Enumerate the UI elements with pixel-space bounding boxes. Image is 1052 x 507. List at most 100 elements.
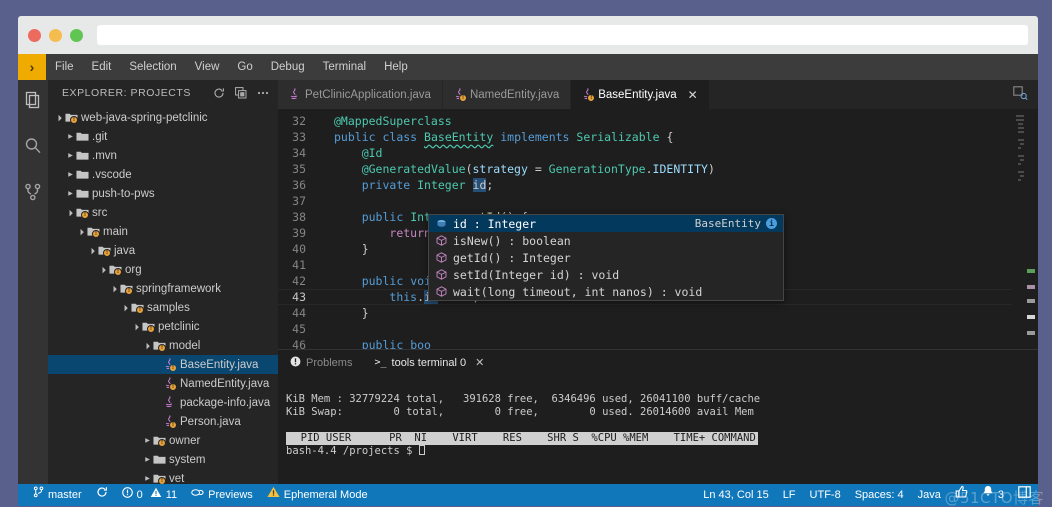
tree-folder-row[interactable]: !org [48,260,278,279]
explorer-icon[interactable] [21,88,45,112]
menu-item-edit[interactable]: Edit [83,54,121,80]
tree-twisty-icon[interactable] [131,323,142,330]
tree-file-row[interactable]: !BaseEntity.java [48,355,278,374]
tree-twisty-icon[interactable] [87,247,98,254]
source-control-icon[interactable] [21,180,45,204]
status-language-mode[interactable]: Java [911,484,948,506]
panel-tab-terminal-label: tools terminal 0 [392,357,467,369]
code-line[interactable]: 33public class BaseEntity implements Ser… [278,129,1012,145]
tree-twisty-icon[interactable] [65,171,76,178]
status-previews[interactable]: Previews [184,484,260,506]
code-line[interactable]: 46 public boo [278,337,1012,349]
editor-tab[interactable]: !NamedEntity.java [443,80,571,109]
tree-twisty-icon[interactable] [142,437,153,444]
code-line[interactable]: 37 [278,193,1012,209]
tree-folder-row[interactable]: !src [48,203,278,222]
code-line[interactable]: 32@MappedSuperclass [278,113,1012,129]
close-terminal-icon[interactable]: ✕ [475,356,484,369]
java-file-icon: ! [582,88,593,101]
tree-twisty-icon[interactable] [65,133,76,140]
status-cursor-position[interactable]: Ln 43, Col 15 [696,484,775,506]
tree-folder-row[interactable]: !springframework [48,279,278,298]
tree-folder-row[interactable]: system [48,450,278,469]
tree-twisty-icon[interactable] [120,304,131,311]
tree-folder-row[interactable]: !samples [48,298,278,317]
tree-folder-row[interactable]: .mvn [48,146,278,165]
status-eol[interactable]: LF [776,484,803,506]
close-tab-icon[interactable]: ✕ [688,88,698,102]
tree-twisty-icon[interactable] [142,342,153,349]
editor-tab[interactable]: !BaseEntity.java✕ [571,80,709,109]
code-line[interactable]: 45 [278,321,1012,337]
tree-folder-row[interactable]: !petclinic [48,317,278,336]
status-layout[interactable] [1011,484,1038,506]
panel-tab-terminal[interactable]: >_ tools terminal 0 ✕ [374,356,484,369]
tree-twisty-icon[interactable] [98,266,109,273]
search-icon[interactable] [21,134,45,158]
status-encoding[interactable]: UTF-8 [803,484,848,506]
collapse-all-icon[interactable] [234,86,248,100]
code-line[interactable]: 35 @GeneratedValue(strategy = Generation… [278,161,1012,177]
code-line[interactable]: 44 } [278,305,1012,321]
status-sync[interactable] [89,484,115,506]
tree-twisty-icon[interactable] [142,456,153,463]
tree-folder-row[interactable]: !main [48,222,278,241]
tree-file-row[interactable]: package-info.java [48,393,278,412]
more-actions-icon[interactable] [256,86,270,100]
close-window-button[interactable] [28,29,41,42]
tree-twisty-icon[interactable] [76,228,87,235]
address-bar-input[interactable] [97,25,1028,45]
suggestion-widget[interactable]: id : IntegerBaseEntityiisNew() : boolean… [428,214,784,301]
refresh-icon[interactable] [212,86,226,100]
suggestion-item[interactable]: setId(Integer id) : void [429,266,783,283]
code-line[interactable]: 34 @Id [278,145,1012,161]
suggestion-item[interactable]: isNew() : boolean [429,232,783,249]
menu-item-terminal[interactable]: Terminal [314,54,375,80]
editor-scrollbar[interactable] [1024,109,1038,349]
suggestion-info-icon[interactable]: i [766,218,777,229]
tree-folder-row[interactable]: .git [48,127,278,146]
split-editor-icon[interactable] [1013,86,1028,103]
file-tree[interactable]: !web-java-spring-petclinic.git.mvn.vscod… [48,106,278,484]
tree-folder-row[interactable]: !owner [48,431,278,450]
status-feedback[interactable] [948,484,975,506]
status-previews-label: Previews [208,484,253,506]
tree-folder-row[interactable]: !web-java-spring-petclinic [48,108,278,127]
status-indentation[interactable]: Spaces: 4 [848,484,911,506]
tree-folder-row[interactable]: push-to-pws [48,184,278,203]
status-ephemeral-mode[interactable]: Ephemeral Mode [260,484,375,506]
tree-twisty-icon[interactable] [65,190,76,197]
menu-item-help[interactable]: Help [375,54,417,80]
tree-twisty-icon[interactable] [54,114,65,121]
suggestion-item[interactable]: getId() : Integer [429,249,783,266]
status-problems[interactable]: 0 11 [115,484,185,506]
menu-item-go[interactable]: Go [228,54,261,80]
tree-folder-row[interactable]: !java [48,241,278,260]
suggestion-item[interactable]: wait(long timeout, int nanos) : void [429,283,783,300]
tree-folder-row[interactable]: .vscode [48,165,278,184]
maximize-window-button[interactable] [70,29,83,42]
tree-twisty-icon[interactable] [109,285,120,292]
menu-item-debug[interactable]: Debug [262,54,314,80]
terminal-output[interactable]: KiB Mem : 32779224 total, 391628 free, 6… [278,375,1038,484]
minimize-window-button[interactable] [49,29,62,42]
tree-item-label: model [168,340,200,352]
tree-item-label: Person.java [179,416,241,428]
suggestion-item[interactable]: id : IntegerBaseEntityi [429,215,783,232]
editor-tab[interactable]: PetClinicApplication.java [278,80,443,109]
panel-tab-problems[interactable]: Problems [290,356,352,370]
tree-folder-row[interactable]: !model [48,336,278,355]
status-branch[interactable]: master [26,484,89,506]
menu-item-file[interactable]: File [46,54,83,80]
tree-file-row[interactable]: !NamedEntity.java [48,374,278,393]
tree-file-row[interactable]: !Person.java [48,412,278,431]
menu-item-view[interactable]: View [186,54,229,80]
status-notifications[interactable]: 3 [975,484,1011,506]
tree-folder-row[interactable]: !vet [48,469,278,484]
app-logo-icon[interactable]: › [18,54,46,80]
menu-item-selection[interactable]: Selection [120,54,185,80]
tree-twisty-icon[interactable] [65,152,76,159]
code-line[interactable]: 36 private Integer id; [278,177,1012,193]
tree-twisty-icon[interactable] [142,475,153,482]
tree-twisty-icon[interactable] [65,209,76,216]
